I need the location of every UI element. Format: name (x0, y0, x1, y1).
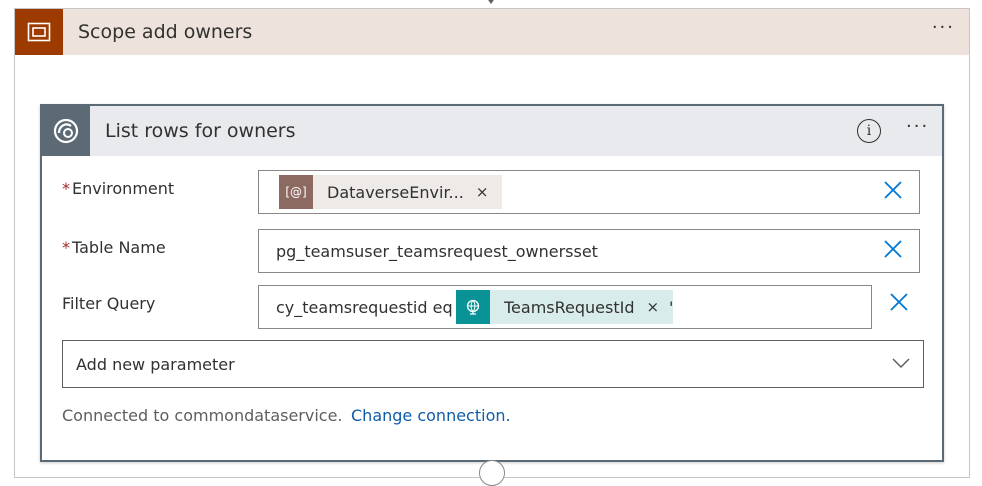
table-name-clear-button[interactable] (883, 238, 903, 264)
add-new-parameter-label: Add new parameter (76, 355, 235, 374)
action-card: List rows for owners i ··· * Environment … (40, 104, 944, 462)
globe-icon (456, 290, 490, 324)
teams-request-id-token-label: TeamsRequestId (504, 297, 635, 317)
scope-icon (15, 9, 63, 55)
environment-token-label: DataverseEnvir... (327, 182, 464, 202)
filter-query-suffix: ' (669, 298, 674, 317)
action-title: List rows for owners (105, 120, 296, 142)
scope-card: Scope add owners ··· List rows for owner… (14, 8, 970, 478)
table-name-field[interactable]: pg_teamsuser_teamsrequest_ownersset (258, 229, 920, 273)
scope-more-options-button[interactable]: ··· (932, 17, 955, 38)
teams-request-id-token-remove-button[interactable]: × (647, 298, 660, 316)
environment-clear-button[interactable] (883, 179, 903, 205)
scope-title: Scope add owners (78, 21, 253, 43)
chevron-down-icon (891, 353, 911, 377)
scope-header[interactable]: Scope add owners ··· (15, 9, 969, 55)
variable-icon: [@] (279, 175, 313, 209)
info-icon[interactable]: i (857, 119, 881, 143)
change-connection-link[interactable]: Change connection. (351, 406, 511, 425)
connection-status-text: Connected to commondataservice. (62, 406, 343, 425)
environment-label-text: Environment (72, 179, 175, 198)
action-more-options-button[interactable]: ··· (906, 116, 929, 137)
environment-token-remove-button[interactable]: × (476, 183, 489, 201)
required-marker: * (62, 179, 70, 198)
add-step-connector[interactable] (479, 460, 505, 486)
table-name-label-text: Table Name (72, 238, 166, 257)
filter-query-clear-button[interactable] (889, 291, 909, 317)
flow-connector-arrow-icon (484, 0, 498, 4)
action-header[interactable]: List rows for owners i ··· (42, 106, 942, 156)
filter-query-prefix: cy_teamsrequestid eq ' (276, 298, 463, 317)
close-icon (884, 240, 902, 258)
filter-query-field[interactable]: cy_teamsrequestid eq ' TeamsRequestId × … (258, 285, 872, 329)
teams-request-id-token[interactable]: TeamsRequestId × (456, 290, 674, 324)
close-icon (890, 293, 908, 311)
add-new-parameter-dropdown[interactable]: Add new parameter (62, 340, 924, 388)
dataverse-icon (42, 106, 90, 156)
environment-label: * Environment (62, 179, 174, 198)
table-name-label: * Table Name (62, 238, 166, 257)
environment-token[interactable]: [@] DataverseEnvir... × (279, 175, 503, 209)
filter-query-label: Filter Query (62, 294, 156, 313)
environment-field[interactable]: [@] DataverseEnvir... × (258, 170, 920, 214)
close-icon (884, 181, 902, 199)
required-marker: * (62, 238, 70, 257)
table-name-value: pg_teamsuser_teamsrequest_ownersset (276, 242, 598, 261)
